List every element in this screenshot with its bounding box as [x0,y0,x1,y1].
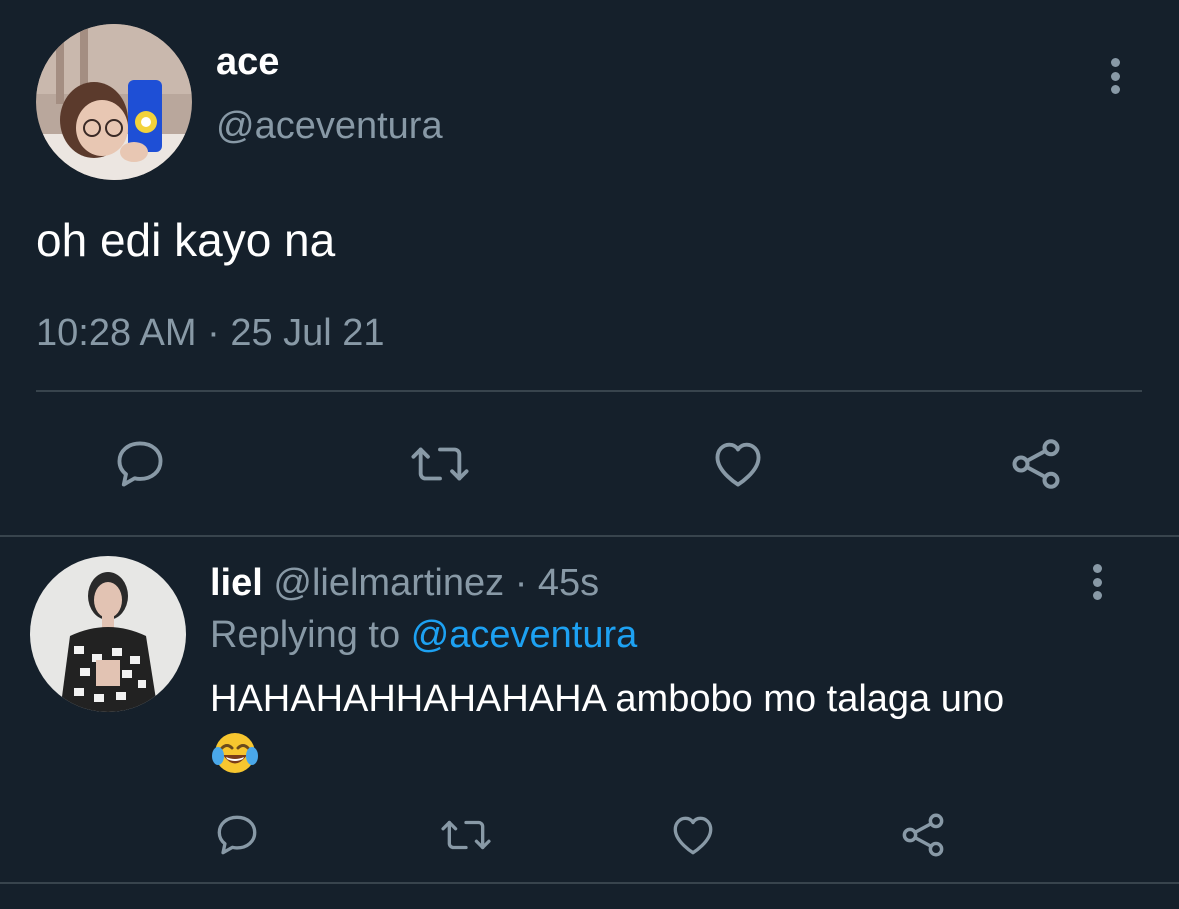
replying-prefix: Replying to [210,614,401,656]
laughing-tears-emoji-icon [210,728,260,778]
tweet-timestamp[interactable]: 10:28 AM · 25 Jul 21 [36,310,385,356]
display-name[interactable]: liel [210,562,263,604]
share-button[interactable] [1004,432,1068,496]
user-handle[interactable]: @aceventura [216,104,443,148]
share-icon [1012,439,1060,489]
more-options-icon[interactable] [1108,58,1122,94]
section-divider [0,882,1179,884]
tweet-text: oh edi kayo na [36,214,336,266]
profile-photo-icon [36,24,192,180]
like-button[interactable] [666,808,720,862]
more-options-icon[interactable] [1090,564,1104,600]
reply-icon [217,815,257,855]
time-ago[interactable]: 45s [538,562,599,604]
retweet-button[interactable] [406,432,474,496]
retweet-icon [441,820,491,850]
display-name[interactable]: ace [216,40,279,84]
retweet-button[interactable] [436,808,496,862]
reply-text: HAHAHAHHAHAHAHA ambobo mo talaga uno [210,678,1005,720]
mention-link[interactable]: @aceventura [411,614,638,656]
retweet-icon [411,447,469,481]
replying-to: Replying to @aceventura [210,612,637,658]
reply-button[interactable] [210,808,264,862]
share-icon [902,813,944,857]
like-button[interactable] [706,432,770,496]
profile-photo-icon [30,556,186,712]
section-divider [0,535,1179,537]
separator-dot: · [514,562,528,604]
share-button[interactable] [896,808,950,862]
reply-header: liel @lielmartinez · 45s [210,560,599,606]
divider [36,390,1142,392]
reply-icon [117,441,163,487]
avatar-ace[interactable] [36,24,192,180]
avatar-liel[interactable] [30,556,186,712]
user-handle[interactable]: @lielmartinez [273,562,504,604]
like-icon [673,816,713,855]
like-icon [715,442,761,487]
reply-button[interactable] [108,432,172,496]
